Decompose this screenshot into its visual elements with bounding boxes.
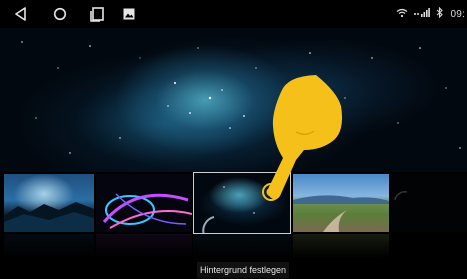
bluetooth-icon [436,5,444,23]
wallpaper-thumbnail-selected[interactable] [193,172,291,234]
wallpaper-thumbnail[interactable] [293,174,389,232]
recents-icon[interactable] [84,4,110,24]
wallpaper-thumbnail[interactable] [4,174,94,232]
set-wallpaper-button[interactable]: Hintergrund festlegen [197,262,289,278]
signal-icon [414,5,431,23]
wallpaper-thumbnail[interactable] [96,174,192,232]
thumbnail-reflection [193,234,291,258]
thumbnail-reflection [4,234,94,258]
back-icon[interactable] [8,4,34,24]
home-icon[interactable] [47,4,73,24]
wallpaper-thumbnail-strip [0,172,467,262]
status-icons: 09: [396,5,465,23]
wallpaper-preview [0,28,467,173]
thumbnail-reflection [96,234,192,258]
clock: 09: [450,8,465,20]
wallpaper-thumbnail[interactable] [391,174,467,232]
status-bar: 09: [0,0,467,28]
gallery-icon[interactable] [116,4,142,24]
thumbnail-reflection [293,234,389,258]
wifi-icon [396,5,408,23]
